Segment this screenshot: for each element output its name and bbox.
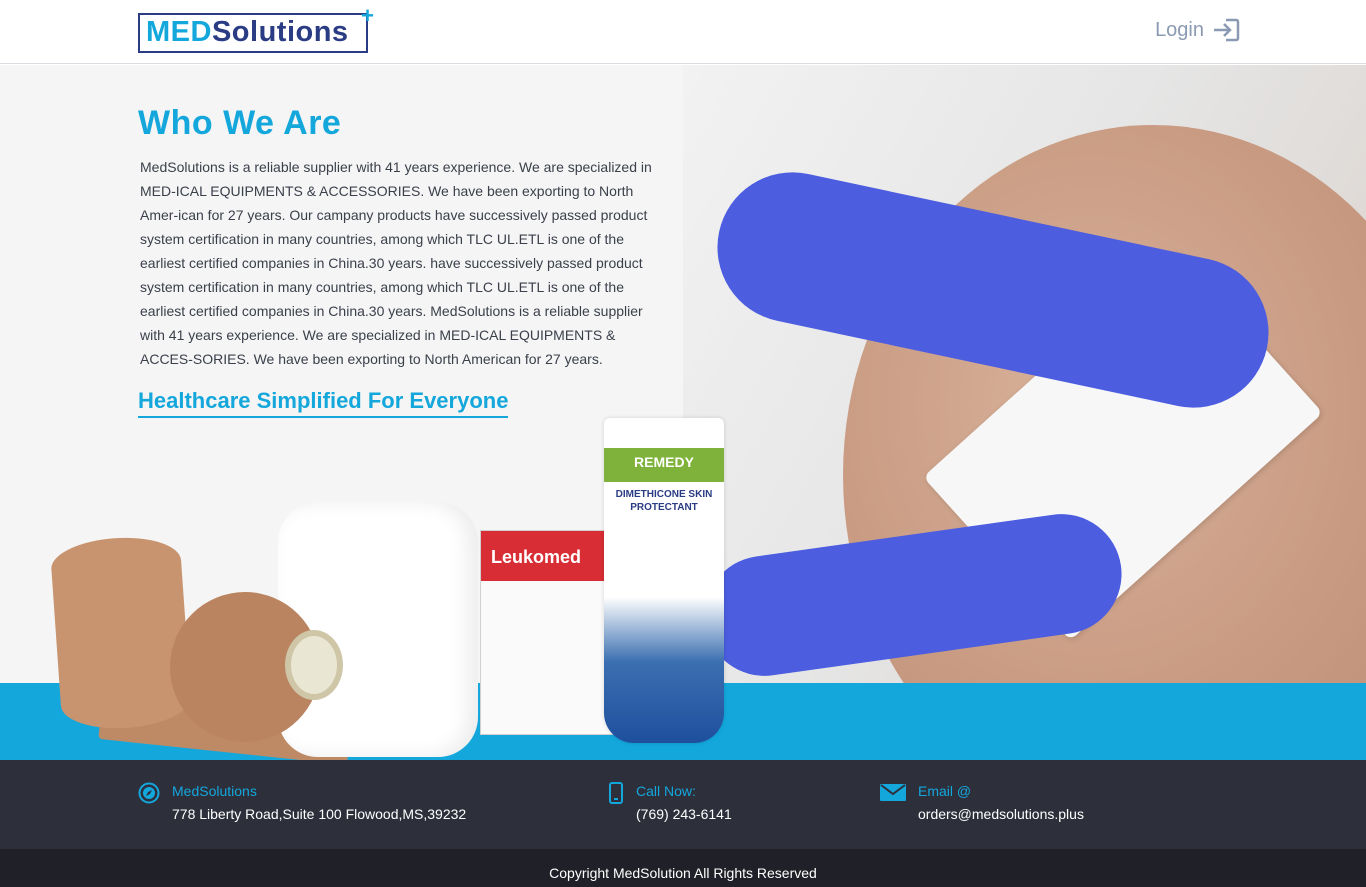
logo-med: MED	[146, 16, 212, 48]
about-text: MedSolutions is a reliable supplier with…	[140, 159, 652, 367]
login-label: Login	[1155, 18, 1204, 41]
footer-address-value: 778 Liberty Road,Suite 100 Flowood,MS,39…	[172, 806, 467, 822]
logo-solutions: Solutions	[211, 16, 349, 48]
bandage-roll-side	[170, 592, 343, 742]
logo-plus: +	[361, 3, 374, 28]
site-header: MEDSolutions + Login	[0, 0, 1366, 64]
roll-core	[285, 630, 343, 700]
product-tube: REMEDY DIMETHICONE SKIN PROTECTANT	[604, 418, 724, 743]
footer: MedSolutions 778 Liberty Road,Suite 100 …	[0, 760, 1366, 849]
page-title: Who We Are	[138, 104, 342, 142]
bandage-roll	[49, 533, 193, 733]
footer-company-label: MedSolutions	[172, 783, 257, 799]
footer-phone-label: Call Now:	[636, 783, 696, 799]
product-box: Leukomed	[480, 530, 629, 736]
footer-email-value[interactable]: orders@medsolutions.plus	[918, 802, 1084, 826]
phone-icon	[608, 782, 624, 809]
product-tube-brand: REMEDY	[634, 454, 694, 470]
hero-image	[683, 65, 1366, 683]
product-box-name: Leukomed	[491, 547, 582, 567]
footer-email: Email @ orders@medsolutions.plus	[880, 780, 1084, 826]
footer-address: MedSolutions 778 Liberty Road,Suite 100 …	[138, 780, 466, 826]
mail-icon	[880, 782, 906, 807]
footer-email-label: Email @	[918, 783, 972, 799]
logo[interactable]: MEDSolutions +	[138, 5, 374, 54]
tagline: Healthcare Simplified For Everyone	[138, 388, 509, 418]
footer-phone: Call Now: (769) 243-6141	[608, 780, 732, 826]
login-button[interactable]: Login	[1155, 17, 1240, 43]
product-tube-text: DIMETHICONE SKIN PROTECTANT	[615, 489, 713, 513]
logo-text: MEDSolutions	[146, 17, 349, 47]
compass-icon	[138, 782, 160, 809]
copyright: Copyright MedSolution All Rights Reserve…	[0, 849, 1366, 887]
footer-phone-value[interactable]: (769) 243-6141	[636, 802, 732, 826]
login-icon	[1212, 17, 1240, 43]
